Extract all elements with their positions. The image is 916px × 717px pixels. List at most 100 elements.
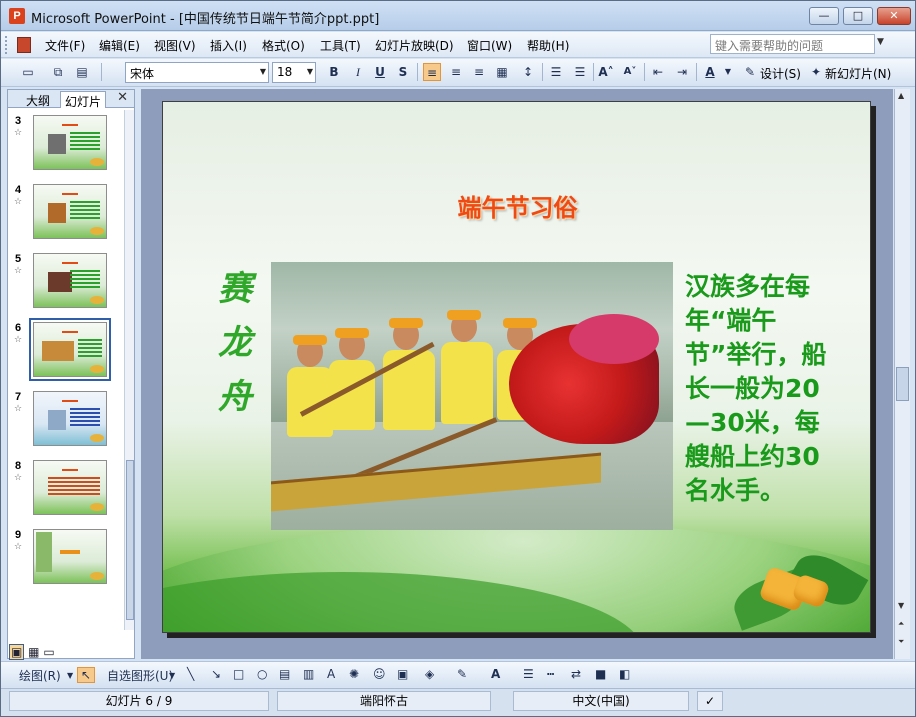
toolbar-grip[interactable]	[5, 36, 9, 54]
tab-slides[interactable]: 幻灯片	[60, 91, 107, 109]
slide-thumbnail-selected[interactable]	[29, 318, 111, 381]
oval-tool-icon[interactable]: ○	[257, 667, 267, 681]
increase-font-icon[interactable]: A˄	[597, 63, 615, 81]
font-name-select[interactable]: 宋体 ▼	[125, 62, 269, 83]
design-icon[interactable]: ✎	[741, 63, 759, 81]
slide-body-text[interactable]: 汉族多在每年“端午节”举行，船长一般为20—30米，每艘船上约30名水手。	[685, 270, 835, 508]
copy-icon[interactable]: ⧉	[49, 63, 67, 81]
dragon-boat-photo[interactable]	[271, 262, 673, 530]
numbering-icon[interactable]: ☰	[547, 63, 565, 81]
new-document-icon[interactable]: ▭	[19, 63, 37, 81]
line-style-icon[interactable]: ☰	[523, 667, 534, 681]
slideshow-icon[interactable]: ▭	[43, 645, 54, 659]
menu-insert[interactable]: 插入(I)	[210, 37, 247, 54]
scroll-down-icon[interactable]: ▼	[898, 601, 904, 610]
maximize-button[interactable]: □	[843, 7, 873, 25]
scrollbar-thumb[interactable]	[126, 460, 134, 620]
menu-slideshow[interactable]: 幻灯片放映(D)	[375, 37, 454, 54]
line-tool-icon[interactable]: ╲	[187, 667, 194, 681]
new-slide-icon[interactable]: ✦	[807, 63, 825, 81]
arrow-style-icon[interactable]: ⇄	[571, 667, 581, 681]
select-pointer-icon[interactable]: ↖	[77, 667, 95, 683]
scroll-up-icon[interactable]: ▲	[898, 91, 904, 100]
slide-thumbnail-row[interactable]: 6 ☆	[8, 318, 118, 382]
editor-scrollbar[interactable]: ▲ ▼ ⏶ ⏷	[894, 89, 910, 659]
autoshapes-button[interactable]: 自选图形(U)	[107, 667, 173, 684]
vertical-textbox-icon[interactable]: ▥	[303, 667, 314, 681]
menu-help[interactable]: 帮助(H)	[527, 37, 569, 54]
menu-view[interactable]: 视图(V)	[154, 37, 196, 54]
chevron-down-icon[interactable]: ▼	[719, 63, 737, 81]
increase-indent-icon[interactable]: ⇥	[673, 63, 691, 81]
menu-window[interactable]: 窗口(W)	[467, 37, 512, 54]
slide-thumbnail[interactable]	[33, 115, 107, 170]
document-icon[interactable]	[17, 37, 31, 53]
diagram-icon[interactable]: ✺	[349, 667, 359, 681]
vertical-heading[interactable]: 赛 龙 舟	[213, 262, 257, 424]
menu-tools[interactable]: 工具(T)	[320, 37, 361, 54]
font-color-icon[interactable]: A	[701, 63, 719, 81]
slide-thumbnail-row[interactable]: 9 ☆	[8, 529, 118, 589]
close-button[interactable]: ✕	[877, 7, 911, 25]
menu-file[interactable]: 文件(F)	[45, 37, 85, 54]
arrow-tool-icon[interactable]: ↘	[211, 667, 221, 681]
fill-color-icon[interactable]: ◈	[425, 667, 434, 681]
slide-thumbnail-row[interactable]: 7 ☆	[8, 391, 118, 451]
scrollbar-thumb[interactable]	[896, 367, 909, 401]
menu-edit[interactable]: 编辑(E)	[99, 37, 140, 54]
decrease-indent-icon[interactable]: ⇤	[649, 63, 667, 81]
normal-view-icon[interactable]: ▣	[9, 644, 25, 660]
line-spacing-icon[interactable]: ↕	[519, 63, 537, 81]
draw-menu-button[interactable]: 绘图(R)	[19, 667, 61, 684]
chevron-down-icon[interactable]: ▼	[67, 671, 73, 680]
shadow-button[interactable]: S	[394, 63, 412, 81]
tab-outline[interactable]: 大纲	[22, 91, 54, 108]
powerpoint-icon[interactable]: P	[9, 8, 25, 24]
slide-thumbnail[interactable]	[33, 460, 107, 515]
close-icon[interactable]: ✕	[117, 90, 128, 105]
align-right-icon[interactable]: ≡	[470, 63, 488, 81]
slide-thumbnail[interactable]	[33, 253, 107, 308]
bullets-icon[interactable]: ☰	[571, 63, 589, 81]
help-dropdown-icon[interactable]: ▼	[877, 37, 884, 47]
slide-thumbnail[interactable]	[33, 184, 107, 239]
slide-thumbnail[interactable]	[33, 529, 107, 584]
menu-format[interactable]: 格式(O)	[262, 37, 305, 54]
minimize-button[interactable]: —	[809, 7, 839, 25]
slide-sorter-icon[interactable]: ▦	[28, 645, 39, 659]
shadow-style-icon[interactable]: ■	[595, 667, 606, 681]
panel-scrollbar[interactable]	[124, 110, 134, 630]
italic-button[interactable]: I	[349, 63, 367, 81]
slide-thumbnail-row[interactable]: 5 ☆	[8, 253, 118, 313]
chevron-down-icon[interactable]: ▼	[169, 671, 175, 680]
previous-slide-icon[interactable]: ⏶	[898, 619, 904, 629]
font-color-icon[interactable]: A	[491, 667, 500, 681]
slide-title[interactable]: 端午节习俗	[163, 188, 870, 223]
rectangle-tool-icon[interactable]: □	[233, 667, 244, 681]
align-center-icon[interactable]: ≡	[447, 63, 465, 81]
slide-canvas[interactable]: 端午节习俗 赛 龙 舟 汉族多在每年“端午节”举行，船长一般为20—30米，每艘…	[162, 101, 871, 633]
underline-button[interactable]: U	[371, 63, 389, 81]
new-slide-button[interactable]: 新幻灯片(N)	[825, 65, 891, 82]
clipart-icon[interactable]: ☺	[373, 667, 386, 681]
next-slide-icon[interactable]: ⏷	[898, 637, 904, 647]
paste-icon[interactable]: ▤	[73, 63, 91, 81]
wordart-icon[interactable]: A	[327, 667, 335, 681]
picture-icon[interactable]: ▣	[397, 667, 408, 681]
distribute-icon[interactable]: ▦	[493, 63, 511, 81]
slide-thumbnail-row[interactable]: 3 ☆	[8, 115, 118, 175]
textbox-tool-icon[interactable]: ▤	[279, 667, 290, 681]
3d-style-icon[interactable]: ◧	[619, 667, 630, 681]
line-color-icon[interactable]: ✎	[457, 667, 467, 681]
design-button[interactable]: 设计(S)	[760, 65, 801, 82]
slide-thumbnail-row[interactable]: 4 ☆	[8, 184, 118, 244]
bold-button[interactable]: B	[325, 63, 343, 81]
decrease-font-icon[interactable]: A˅	[621, 63, 639, 81]
align-left-icon[interactable]: ≡	[423, 63, 441, 81]
spelling-check-icon[interactable]: ✓	[697, 691, 723, 711]
slide-thumbnail[interactable]	[33, 391, 107, 446]
font-size-select[interactable]: 18 ▼	[272, 62, 316, 83]
slide-thumbnail-row[interactable]: 8 ☆	[8, 460, 118, 520]
dash-style-icon[interactable]: ┅	[547, 667, 554, 681]
help-search-input[interactable]: 键入需要帮助的问题	[710, 34, 875, 54]
